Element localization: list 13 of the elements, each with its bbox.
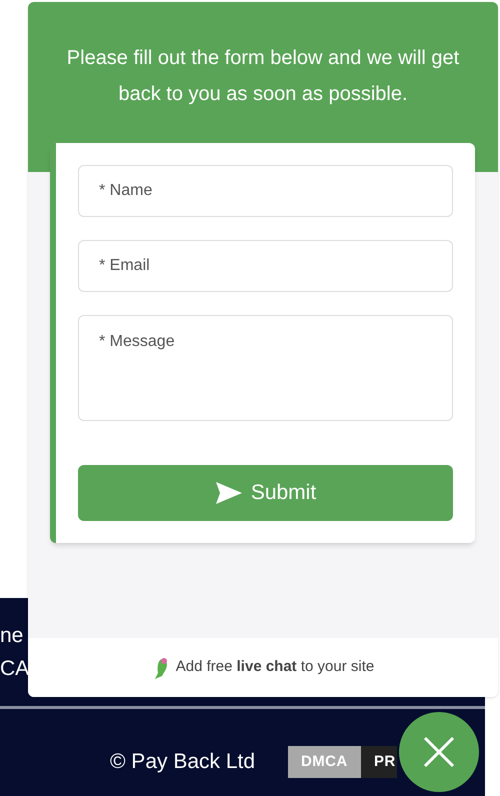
promo-text: Add free live chat to your site [176, 657, 374, 678]
send-icon [214, 481, 243, 505]
footer-text: ne [0, 623, 24, 649]
input-field[interactable]: * Name [78, 165, 453, 217]
dmca-badge[interactable]: DMCA [288, 746, 362, 778]
close-icon [423, 736, 455, 768]
protection-badge[interactable]: PR [361, 746, 398, 778]
copyright-text: © Pay Back Ltd [110, 749, 256, 776]
intro-text: Please fill out the form below and we will get back to you as soon as possible. [66, 46, 460, 107]
input-field[interactable]: * Email [78, 240, 453, 292]
footer-text: CA [0, 656, 30, 682]
message-field[interactable]: * Message [78, 315, 453, 421]
submit-button[interactable]: Submit [78, 465, 453, 521]
